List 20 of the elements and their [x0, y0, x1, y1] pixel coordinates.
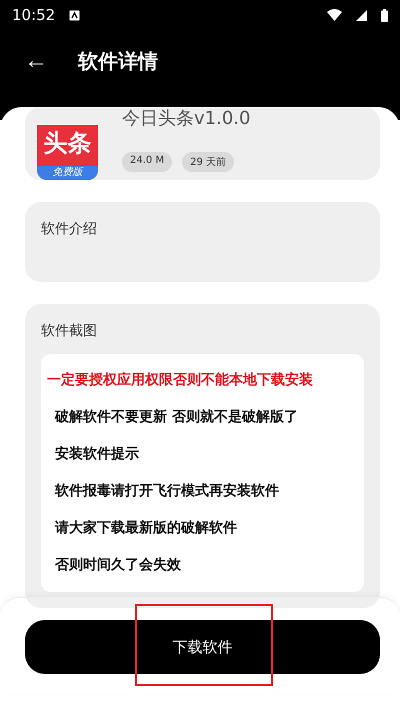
notice-line: 安装软件提示 — [54, 444, 140, 464]
page-title: 软件详情 — [78, 48, 158, 74]
notice-line: 一定要授权应用权限否则不能本地下载安装 — [47, 370, 314, 390]
app-tag: 24.0 M — [122, 152, 172, 172]
battery-icon — [381, 8, 388, 22]
app-icon: 头条 免费版 — [37, 125, 98, 180]
download-button[interactable]: 下载软件 — [25, 620, 380, 674]
card-title: 软件介绍 — [41, 221, 97, 237]
card-title: 软件截图 — [41, 323, 97, 339]
app-tag: 29 天前 — [182, 152, 234, 172]
app-name: 今日头条v1.0.0 — [122, 109, 250, 129]
notice-line: 请大家下载最新版的破解软件 — [54, 518, 238, 538]
notice-line: 破解软件不要更新 否则就不是破解版了 — [54, 408, 299, 427]
notice-line: 软件报毒请打开飞行模式再安装软件 — [54, 482, 280, 501]
signal-icon — [356, 10, 367, 20]
status-time: 10:52 — [12, 6, 56, 24]
back-button[interactable]: ← — [24, 47, 48, 75]
notification-icon — [69, 10, 80, 20]
notice-line: 否则时间久了会失效 — [54, 556, 182, 575]
wifi-icon — [327, 9, 342, 21]
